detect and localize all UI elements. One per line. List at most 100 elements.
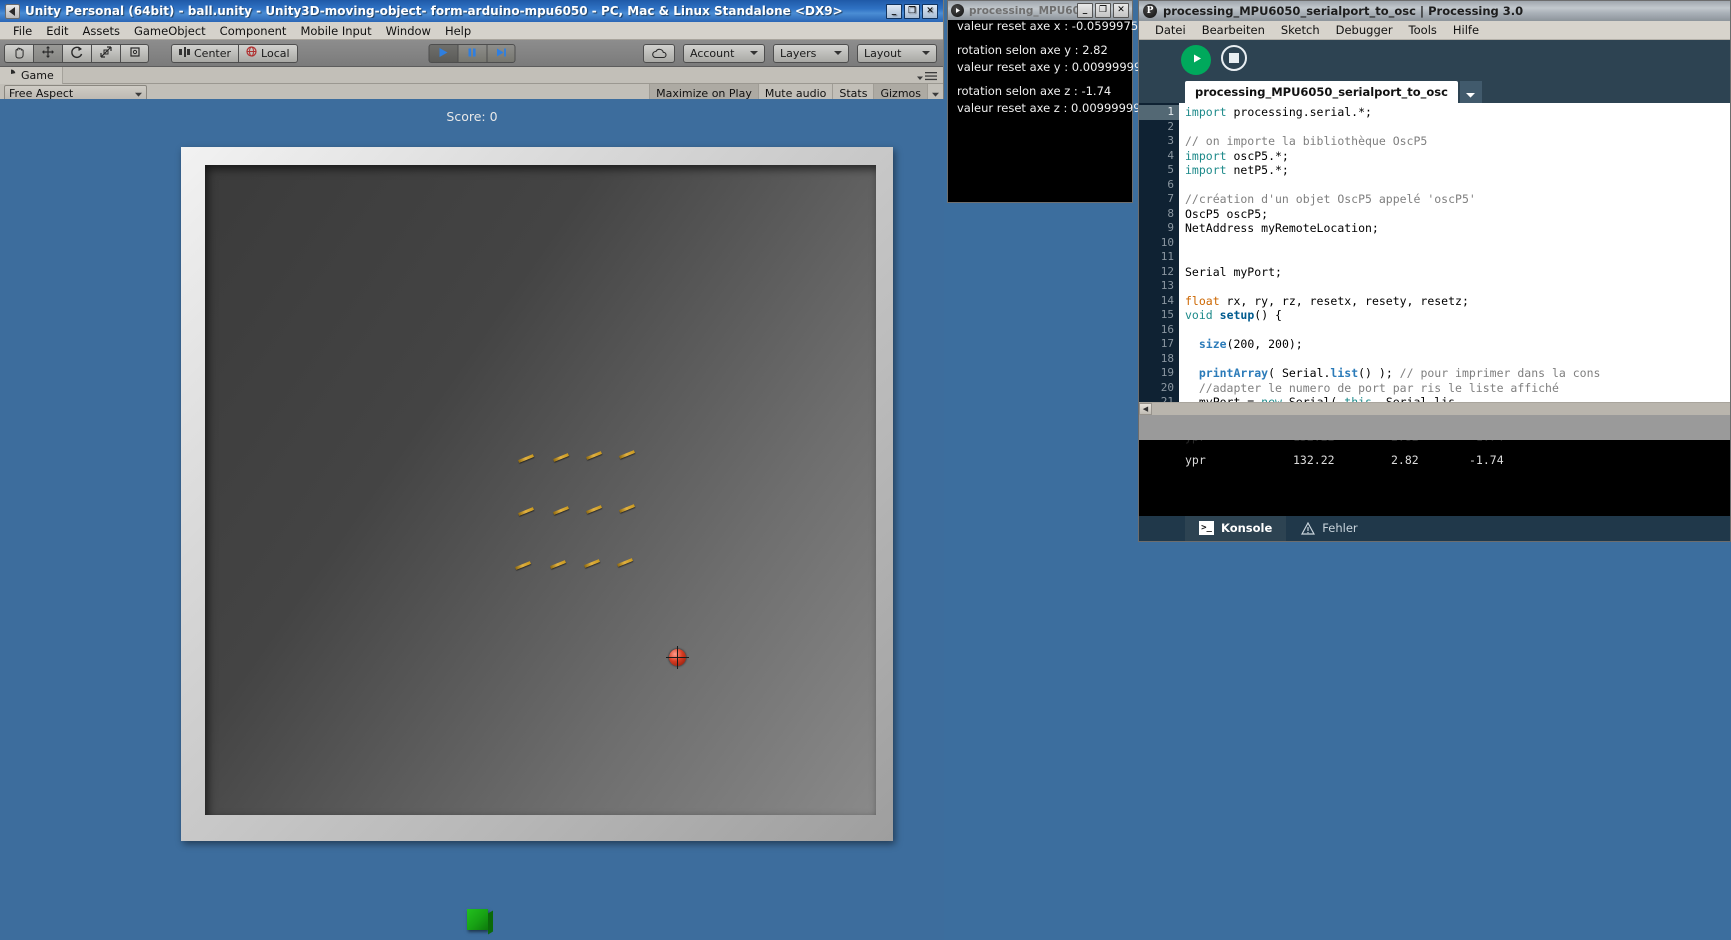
panel-menu-button[interactable] xyxy=(917,66,937,85)
move-tool-button[interactable] xyxy=(33,43,62,63)
step-forward-icon xyxy=(494,44,507,63)
line-number: 9 xyxy=(1167,221,1174,235)
code-line[interactable]: myPort = new Serial( this, Serial.lis xyxy=(1185,395,1730,401)
code-line[interactable]: //adapter le numero de port par ris le l… xyxy=(1185,381,1730,396)
menu-help[interactable]: Help xyxy=(438,22,478,40)
cloud-services-button[interactable] xyxy=(643,43,675,63)
code-line[interactable]: printArray( Serial.list() ); // pour imp… xyxy=(1185,366,1730,381)
rotation-output-console: rotation selon axe x : 132.22 valeur res… xyxy=(947,0,1146,203)
obstacle-stick xyxy=(518,454,534,463)
space-mode-button[interactable]: Local xyxy=(238,43,298,63)
game-view-canvas[interactable]: Score: 0 xyxy=(0,99,944,940)
code-line[interactable]: // on importe la bibliothèque OscP5 xyxy=(1185,134,1730,149)
account-dropdown[interactable]: Account xyxy=(683,43,765,63)
layers-dropdown[interactable]: Layers xyxy=(773,43,849,63)
sketch-window-controls[interactable]: _ ❐ ✕ xyxy=(1077,3,1129,18)
code-line[interactable] xyxy=(1185,352,1730,367)
code-editor[interactable]: 123456789101112131415161718192021 import… xyxy=(1139,103,1730,402)
code-line[interactable]: size(200, 200); xyxy=(1185,337,1730,352)
code-line[interactable] xyxy=(1185,178,1730,193)
unity-window-controls[interactable]: _ ❐ ✕ xyxy=(886,3,940,19)
maximize-button[interactable]: ❐ xyxy=(1095,3,1111,18)
scroll-left-arrow[interactable]: ◀ xyxy=(1139,402,1152,415)
menu-sketch[interactable]: Sketch xyxy=(1273,23,1328,37)
processing-menu-bar[interactable]: Datei Bearbeiten Sketch Debugger Tools H… xyxy=(1139,21,1730,40)
pause-button[interactable] xyxy=(457,43,486,63)
menu-tools[interactable]: Tools xyxy=(1401,23,1445,37)
code-line[interactable]: float rx, ry, rz, resetx, resety, resetz… xyxy=(1185,294,1730,309)
close-button[interactable]: ✕ xyxy=(922,3,938,19)
pivot-icon xyxy=(179,46,190,60)
code-line[interactable] xyxy=(1185,236,1730,251)
unity-logo-icon xyxy=(5,3,20,19)
processing-run-bar xyxy=(1139,39,1730,80)
obstacle-stick xyxy=(553,453,569,462)
menu-window[interactable]: Window xyxy=(379,22,438,40)
scroll-track[interactable] xyxy=(1152,402,1730,415)
code-line[interactable]: import processing.serial.*; xyxy=(1185,105,1730,120)
menu-file[interactable]: File xyxy=(6,22,39,40)
close-button[interactable]: ✕ xyxy=(1113,3,1129,18)
step-button[interactable] xyxy=(486,43,515,63)
pivot-mode-button[interactable]: Center xyxy=(171,43,239,63)
code-line[interactable]: //création d'un objet OscP5 appelé 'oscP… xyxy=(1185,192,1730,207)
obstacle-stick xyxy=(586,505,602,514)
editor-horizontal-scrollbar[interactable]: ◀ xyxy=(1139,401,1730,415)
pivot-mode-label: Center xyxy=(194,46,232,60)
unity-tab-row: Game xyxy=(0,66,943,85)
code-line[interactable]: OscP5 oscP5; xyxy=(1185,207,1730,222)
rect-transform-icon xyxy=(128,44,142,63)
menu-edit[interactable]: Edit xyxy=(39,22,75,40)
code-line[interactable] xyxy=(1185,120,1730,135)
layout-label: Layout xyxy=(864,46,902,60)
playback-controls xyxy=(428,43,515,63)
menu-bearbeiten[interactable]: Bearbeiten xyxy=(1194,23,1273,37)
hand-tool-button[interactable] xyxy=(4,43,33,63)
tab-fehler[interactable]: Fehler xyxy=(1286,516,1371,541)
desktop: Unity Personal (64bit) - ball.unity - Un… xyxy=(0,0,1731,940)
play-button[interactable] xyxy=(428,43,457,63)
code-line[interactable]: Serial myPort; xyxy=(1185,265,1730,280)
game-board-frame xyxy=(181,147,893,930)
tab-konsole[interactable]: >_ Konsole xyxy=(1185,515,1287,541)
unity-editor-window: Unity Personal (64bit) - ball.unity - Un… xyxy=(0,0,944,940)
run-button[interactable] xyxy=(1181,44,1211,75)
stop-button[interactable] xyxy=(1219,44,1249,75)
code-line[interactable]: import oscP5.*; xyxy=(1185,149,1730,164)
console-value-pitch: 2.82 xyxy=(1391,452,1419,467)
minimize-button[interactable]: _ xyxy=(1077,3,1093,18)
hamburger-icon xyxy=(925,66,937,85)
code-line[interactable]: import netP5.*; xyxy=(1185,163,1730,178)
sketch-tab-menu-button[interactable] xyxy=(1459,81,1482,104)
stop-icon xyxy=(1221,44,1247,75)
obstacle-stick xyxy=(619,504,635,513)
obstacle-stick xyxy=(515,561,531,570)
minimize-button[interactable]: _ xyxy=(886,3,902,19)
chevron-down-icon xyxy=(750,51,758,55)
menu-component[interactable]: Component xyxy=(213,22,294,40)
menu-datei[interactable]: Datei xyxy=(1147,23,1194,37)
rotate-tool-button[interactable] xyxy=(62,43,91,63)
layout-dropdown[interactable]: Layout xyxy=(857,43,937,63)
menu-gameobject[interactable]: GameObject xyxy=(127,22,213,40)
unity-menu-bar[interactable]: File Edit Assets GameObject Component Mo… xyxy=(0,22,943,40)
rect-tool-button[interactable] xyxy=(120,43,149,63)
menu-assets[interactable]: Assets xyxy=(76,22,127,40)
code-line[interactable] xyxy=(1185,323,1730,338)
menu-mobile-input[interactable]: Mobile Input xyxy=(293,22,378,40)
tab-game[interactable]: Game xyxy=(0,66,63,84)
maximize-button[interactable]: ❐ xyxy=(904,3,920,19)
menu-hilfe[interactable]: Hilfe xyxy=(1445,23,1487,37)
unity-toolbar-right: Account Layers Layout xyxy=(643,43,937,63)
line-number: 5 xyxy=(1167,163,1174,177)
console-line: valeur reset axe x : -0.05999756 xyxy=(957,19,1146,33)
menu-debugger[interactable]: Debugger xyxy=(1328,23,1401,37)
code-line[interactable]: void setup() { xyxy=(1185,308,1730,323)
scale-tool-button[interactable] xyxy=(91,43,120,63)
code-line[interactable] xyxy=(1185,250,1730,265)
code-line[interactable]: NetAddress myRemoteLocation; xyxy=(1185,221,1730,236)
processing-console: ypr 132.22 2.82 -1.74 ypr 132.22 2.82 -1… xyxy=(1139,439,1730,516)
code-line[interactable] xyxy=(1185,279,1730,294)
sketch-tab[interactable]: processing_MPU6050_serialport_to_osc xyxy=(1185,81,1458,104)
code-text-area[interactable]: import processing.serial.*; // on import… xyxy=(1179,103,1730,402)
